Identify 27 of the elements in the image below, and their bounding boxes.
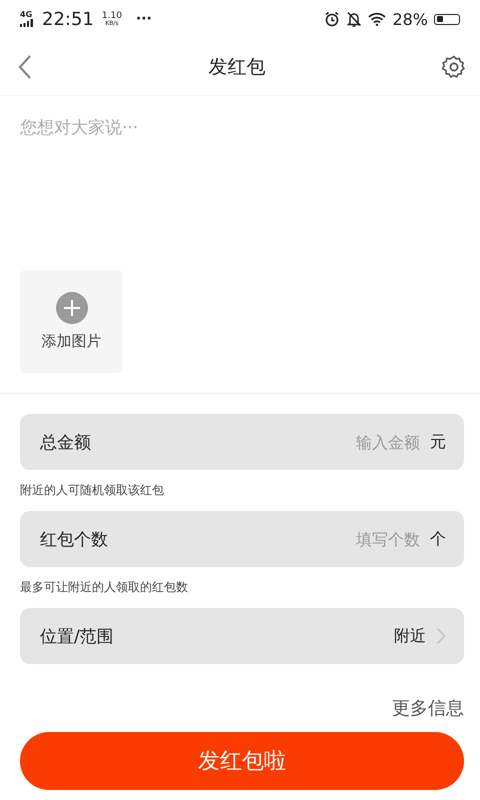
input-field[interactable]: 输入金额 <box>320 432 420 452</box>
input-field[interactable]: 填写个数 <box>320 530 420 548</box>
hint-text: 最多可让附近的人领取的红包数 <box>20 579 189 596</box>
submit-button[interactable]: 发红包啦 <box>20 732 464 790</box>
status-time: 22:51 <box>42 8 94 30</box>
more-indicator: ··· <box>136 11 152 27</box>
muted-bell-icon <box>346 11 362 27</box>
speed-value: 1.10 <box>102 12 122 20</box>
field-value: 附近 <box>394 626 426 646</box>
alarm-icon <box>324 11 340 27</box>
signal-icon <box>20 19 34 27</box>
field-label: 位置/范围 <box>40 626 114 648</box>
add-image-button[interactable]: 添加图片 <box>20 270 123 373</box>
field-label: 红包个数 <box>40 528 108 550</box>
more-info-link[interactable]: 更多信息 <box>392 696 464 720</box>
page-title: 发红包 <box>208 54 266 80</box>
battery-icon <box>434 14 460 24</box>
network-label: 4G <box>20 11 32 19</box>
chevron-right-icon <box>436 627 446 645</box>
form-row[interactable]: 位置/范围 附近 <box>20 608 464 664</box>
hint-text: 附近的人可随机领取该红包 <box>20 482 165 499</box>
field-label: 总金额 <box>40 432 91 454</box>
plus-icon <box>56 292 88 324</box>
battery-percent: 28% <box>392 10 428 28</box>
wifi-icon <box>368 12 386 26</box>
unit-label: 个 <box>430 528 446 550</box>
unit-label: 元 <box>430 432 446 452</box>
